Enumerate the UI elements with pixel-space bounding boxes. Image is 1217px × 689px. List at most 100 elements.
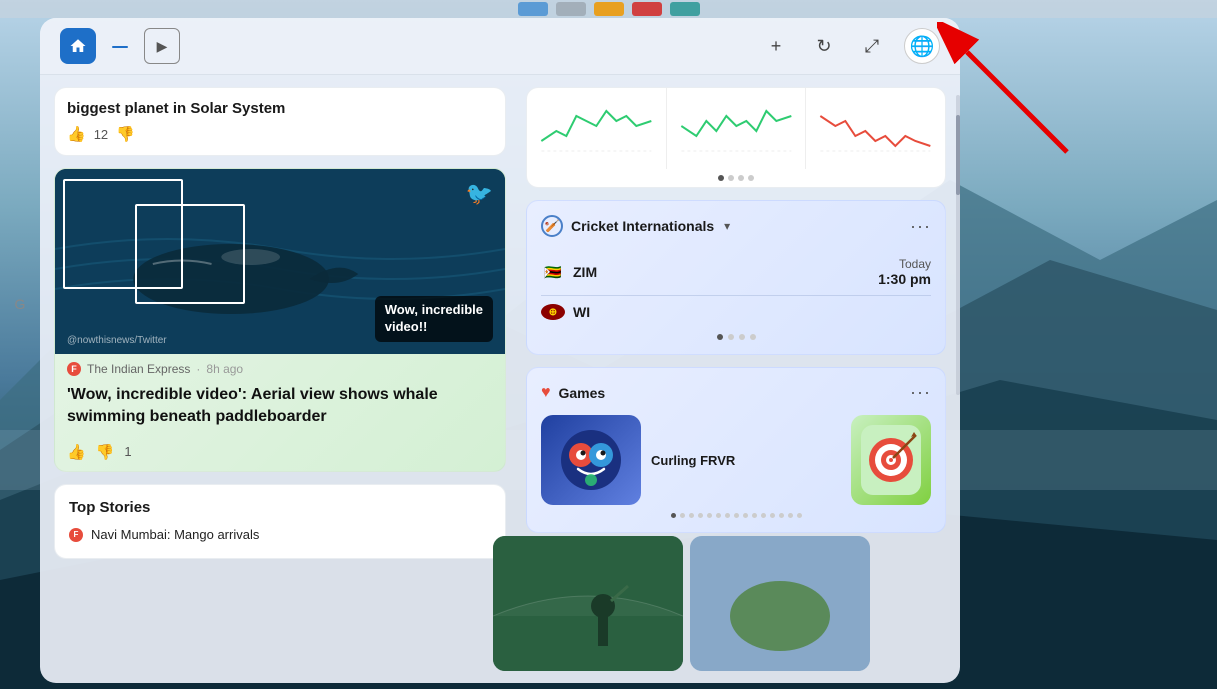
chart-dot-2[interactable]	[728, 175, 734, 181]
charts-card	[526, 87, 946, 188]
match-date-zim: Today	[878, 257, 931, 271]
chart-dot-1[interactable]	[718, 175, 724, 181]
play-icon: ▶	[157, 38, 168, 55]
games-dot-8[interactable]	[734, 513, 739, 518]
cricket-more-button[interactable]: ···	[910, 216, 931, 237]
games-heart-icon: ♥	[541, 384, 551, 402]
chart-svg-1	[535, 96, 658, 156]
games-dot-1[interactable]	[671, 513, 676, 518]
cricket-dot-1[interactable]	[717, 334, 723, 340]
taskbar-strip	[0, 0, 1217, 18]
cricket-dot-4[interactable]	[750, 334, 756, 340]
match-time-label-zim: 1:30 pm	[878, 271, 931, 287]
games-dot-11[interactable]	[761, 513, 766, 518]
games-title: Games	[559, 385, 606, 401]
chart-panel-3	[806, 88, 945, 169]
games-dot-13[interactable]	[779, 513, 784, 518]
whale-dislike-count: 1	[124, 444, 131, 459]
like-count: 12	[94, 127, 108, 142]
source-time: ·	[196, 362, 200, 376]
home-underline	[112, 46, 128, 49]
story-item-1[interactable]: F Navi Mumbai: Mango arrivals	[69, 526, 491, 544]
match-row-wi[interactable]: ⊕ WI	[541, 298, 931, 326]
left-column: biggest planet in Solar System 👍 12 👎	[40, 75, 520, 682]
bottom-image-2-svg	[690, 536, 870, 671]
games-header: ♥ Games ···	[541, 382, 931, 403]
team-name-wi: WI	[573, 304, 590, 320]
source-name: The Indian Express	[87, 362, 190, 376]
cricket-chevron-icon[interactable]: ▾	[724, 219, 730, 233]
games-header-left: ♥ Games	[541, 384, 605, 402]
games-dot-5[interactable]	[707, 513, 712, 518]
games-pagination-dots	[541, 505, 931, 518]
curling-game-thumb[interactable]	[541, 415, 641, 505]
games-dot-9[interactable]	[743, 513, 748, 518]
media-button[interactable]: ▶	[144, 28, 180, 64]
top-stories-card: Top Stories F Navi Mumbai: Mango arrival…	[54, 484, 506, 559]
source-logo: F	[67, 362, 81, 376]
article-time: 8h ago	[206, 362, 243, 376]
top-article-title: biggest planet in Solar System	[67, 100, 493, 117]
taskbar-icon-2[interactable]	[556, 2, 586, 16]
avatar-icon: 🌐	[910, 34, 935, 59]
whale-dislike-icon[interactable]: 👎	[96, 443, 115, 461]
games-row: Curling FRVR	[541, 415, 931, 505]
whale-headline: 'Wow, incredible video': Aerial view sho…	[55, 380, 505, 439]
like-icon[interactable]: 👍	[67, 125, 86, 143]
image-frame-2	[135, 204, 245, 304]
profile-avatar[interactable]: 🌐	[904, 28, 940, 64]
games-dot-4[interactable]	[698, 513, 703, 518]
scrollbar-thumb	[956, 115, 960, 195]
games-dot-3[interactable]	[689, 513, 694, 518]
panel-header: ▶ + ↻ ⤢ 🌐	[40, 18, 960, 75]
whale-video-overlay: Wow, incrediblevideo!!	[375, 296, 493, 342]
whale-article-card: 🐦 Wow, incrediblevideo!! @nowthisnews/Tw…	[54, 168, 506, 472]
whale-article-image: 🐦 Wow, incrediblevideo!! @nowthisnews/Tw…	[55, 169, 505, 354]
taskbar-icon-3[interactable]	[594, 2, 624, 16]
cricket-dot-2[interactable]	[728, 334, 734, 340]
top-stories-title: Top Stories	[69, 499, 491, 516]
second-game-thumb[interactable]	[851, 415, 931, 505]
cricket-dot-3[interactable]	[739, 334, 745, 340]
games-dot-7[interactable]	[725, 513, 730, 518]
wi-flag: ⊕	[541, 304, 565, 320]
games-dot-14[interactable]	[788, 513, 793, 518]
match-divider	[541, 295, 931, 296]
video-attribution: @nowthisnews/Twitter	[67, 335, 167, 346]
team-name-zim: ZIM	[573, 264, 597, 280]
whale-source-row: F The Indian Express · 8h ago	[55, 354, 505, 380]
refresh-button[interactable]: ↻	[808, 30, 840, 62]
games-dot-15[interactable]	[797, 513, 802, 518]
story-source-dot: F	[69, 528, 83, 542]
games-dot-12[interactable]	[770, 513, 775, 518]
scrollbar[interactable]	[956, 95, 960, 395]
chart-dot-3[interactable]	[738, 175, 744, 181]
chart-panel-1	[527, 88, 667, 169]
bottom-image-card-1	[493, 536, 683, 671]
story-text-1: Navi Mumbai: Mango arrivals	[91, 526, 259, 544]
dislike-icon[interactable]: 👎	[116, 125, 135, 143]
add-button[interactable]: +	[760, 30, 792, 62]
cricket-header-left: 🏏 Cricket Internationals ▾	[541, 215, 730, 237]
games-dot-6[interactable]	[716, 513, 721, 518]
top-article-card: biggest planet in Solar System 👍 12 👎	[54, 87, 506, 156]
taskbar-icon-5[interactable]	[670, 2, 700, 16]
top-article-like-row: 👍 12 👎	[67, 125, 493, 143]
match-time-zim: Today 1:30 pm	[878, 257, 931, 287]
games-dot-2[interactable]	[680, 513, 685, 518]
taskbar-icon-1[interactable]	[518, 2, 548, 16]
left-edge-icon-1[interactable]: G	[6, 290, 34, 318]
home-button[interactable]	[60, 28, 96, 64]
whale-like-icon[interactable]: 👍	[67, 443, 86, 461]
chart-dot-4[interactable]	[748, 175, 754, 181]
taskbar-icon-4[interactable]	[632, 2, 662, 16]
curling-game-label: Curling FRVR	[651, 415, 841, 505]
games-dot-10[interactable]	[752, 513, 757, 518]
cricket-card: 🏏 Cricket Internationals ▾ ··· 🇿🇼 ZIM To…	[526, 200, 946, 355]
chart-panel-2	[667, 88, 807, 169]
second-game-icon-svg	[861, 425, 921, 495]
cricket-icon: 🏏	[541, 215, 563, 237]
match-row-zim[interactable]: 🇿🇼 ZIM Today 1:30 pm	[541, 251, 931, 293]
games-more-button[interactable]: ···	[910, 382, 931, 403]
expand-button[interactable]: ⤢	[856, 30, 888, 62]
